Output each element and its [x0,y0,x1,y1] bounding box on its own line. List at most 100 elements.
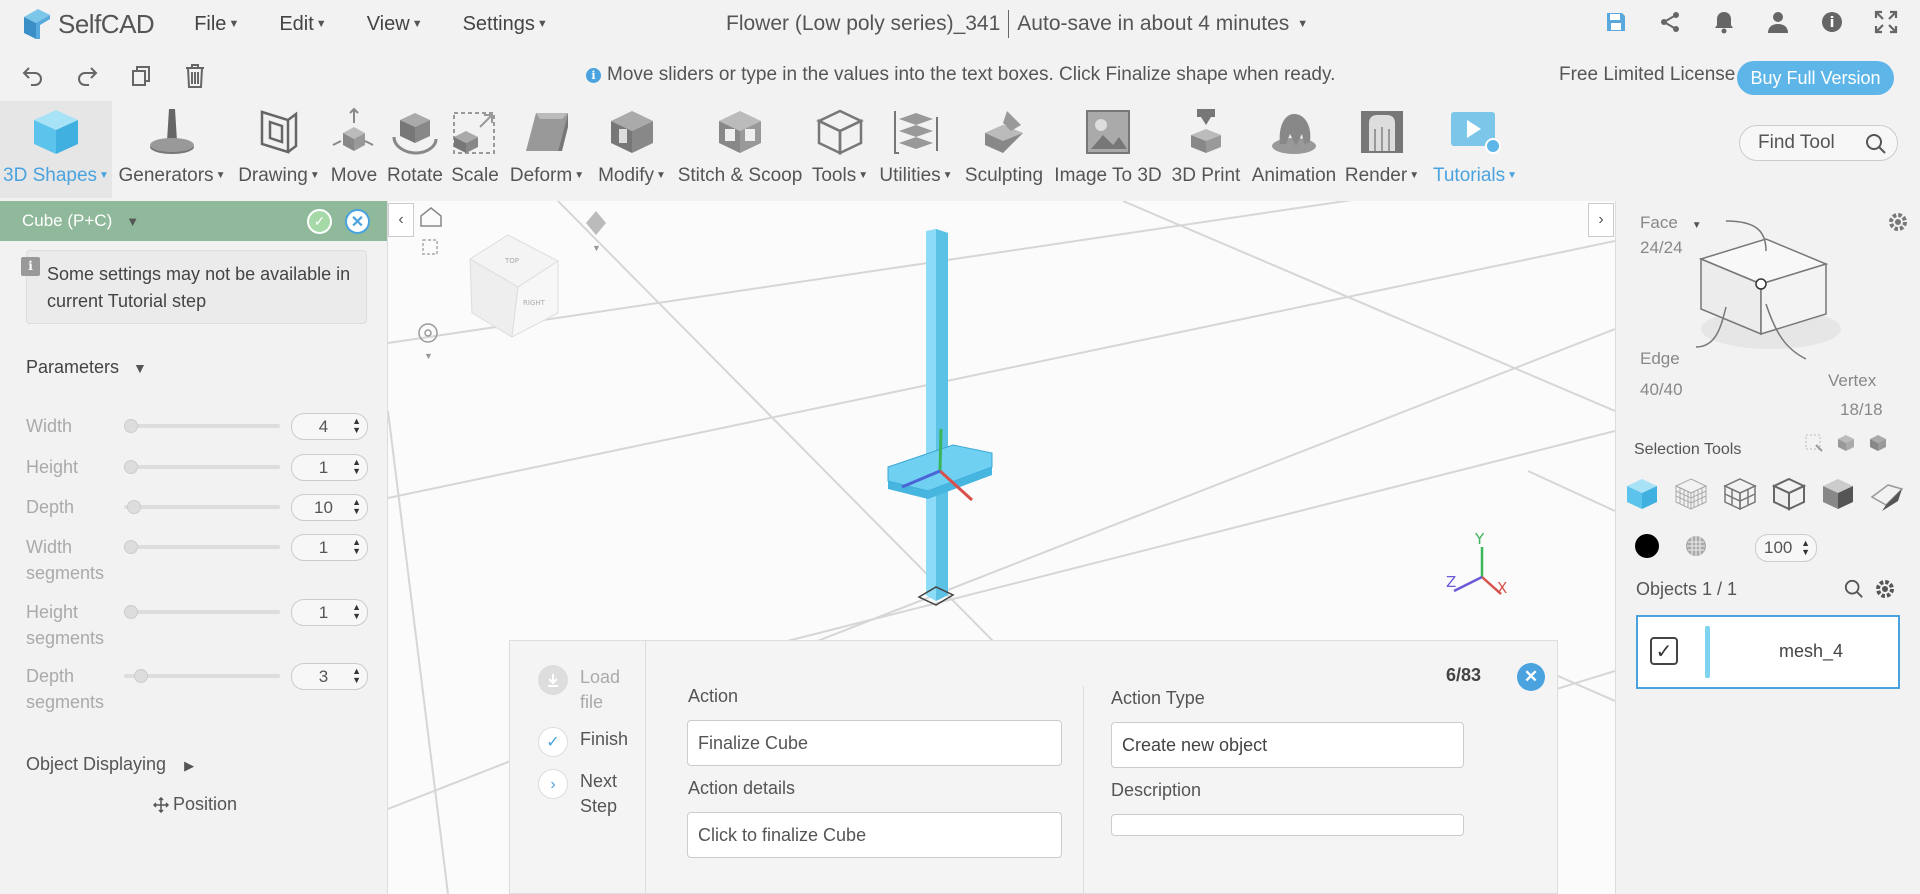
menu-settings[interactable]: Settings ▼ [463,13,548,36]
selection-mode-cube[interactable] [1676,219,1866,369]
tool-stitch-scoop[interactable]: Stitch & Scoop [675,101,805,198]
tool-sculpting[interactable]: Sculpting [962,101,1046,198]
depth-segments-input[interactable]: 3 ▲ ▼ [291,663,368,690]
tool-generators[interactable]: Generators ▼ [117,101,227,198]
collapse-left-panel-button[interactable]: ‹ [388,203,414,237]
select-face-icon[interactable] [1820,476,1856,512]
menu-file[interactable]: File ▼ [194,13,239,36]
logo[interactable]: SelfCAD [20,7,155,41]
top-right-icons: i [1602,8,1900,36]
user-icon[interactable] [1764,8,1792,36]
select-rect-icon[interactable] [1804,433,1824,453]
tool-3d-print[interactable]: 3D Print [1168,101,1244,198]
chevron-down-icon[interactable]: ▼ [1297,18,1308,30]
tool-tools[interactable]: Tools ▼ [808,101,872,198]
cube-object[interactable] [887,229,993,606]
action-type-field[interactable]: Create new object [1111,722,1464,768]
depth-slider[interactable] [124,500,280,514]
fullscreen-icon[interactable] [1872,8,1900,36]
select-cube-icon[interactable] [1836,433,1856,453]
fit-view-icon[interactable] [422,239,438,255]
chevron-down-icon[interactable]: ▼ [126,214,139,229]
description-field[interactable] [1111,814,1464,836]
save-icon[interactable] [1602,8,1630,36]
undo-icon[interactable] [20,63,46,89]
menu-edit[interactable]: Edit ▼ [279,13,326,36]
height-segments-input[interactable]: 1 ▲ ▼ [291,599,368,626]
color-swatch[interactable] [1635,534,1659,558]
tool-modify[interactable]: Modify ▼ [592,101,672,198]
redo-icon[interactable] [74,63,100,89]
help-icon[interactable]: i [1818,8,1846,36]
object-row[interactable]: ✓ mesh_4 [1636,615,1900,689]
next-step-button[interactable]: › Next Step [538,769,630,819]
finish-step[interactable]: ✓ Finish [538,727,628,757]
action-field[interactable]: Finalize Cube [687,720,1062,766]
select-grid-icon[interactable] [1722,476,1758,512]
select-plane-icon[interactable] [1869,476,1905,512]
visibility-checkbox[interactable]: ✓ [1650,637,1678,665]
autosave-status[interactable]: Auto-save in about 4 minutes [1017,12,1289,36]
parameters-header[interactable]: Parameters ▼ [26,357,147,378]
tool-utilities[interactable]: Utilities ▼ [874,101,958,198]
slider-knob[interactable] [124,540,138,554]
tool-move[interactable]: Move [326,101,382,198]
select-object-icon[interactable] [1624,476,1660,512]
object-displaying-header[interactable]: Object Displaying ▶ [26,754,194,775]
width-segments-slider[interactable] [124,540,280,554]
buy-full-version-button[interactable]: Buy Full Version [1737,61,1894,95]
depth-input[interactable]: 10 ▲ ▼ [291,494,368,521]
width-slider[interactable] [124,419,280,433]
collapse-right-panel-button[interactable]: › [1588,203,1614,237]
close-tutorial-button[interactable]: ✕ [1517,663,1545,691]
slider-knob[interactable] [124,419,138,433]
orbit-icon[interactable] [418,323,438,343]
depth-segments-slider[interactable] [124,669,280,683]
copy-icon[interactable] [128,63,154,89]
finalize-check-button[interactable]: ✓ [307,209,332,234]
objects-settings-gear-icon[interactable] [1874,578,1896,605]
bell-icon[interactable] [1710,8,1738,36]
select-solid-icon[interactable] [1868,433,1888,453]
edit-bar: i Move sliders or type in the values int… [0,52,1920,100]
select-mesh-icon[interactable] [1673,476,1709,512]
tool-deform[interactable]: Deform ▼ [505,101,589,198]
width-segments-input[interactable]: 1 ▲ ▼ [291,534,368,561]
load-file-step[interactable]: Load file [538,665,630,715]
vertex-label[interactable]: Vertex [1828,371,1876,391]
menu-view[interactable]: View ▼ [367,13,423,36]
view-cube[interactable]: TOP RIGHT [469,234,559,338]
tool-image-to-3d[interactable]: Image To 3D [1052,101,1164,198]
edge-label[interactable]: Edge [1640,349,1680,369]
select-wire-icon[interactable] [1771,476,1807,512]
slider-knob[interactable] [126,500,141,514]
height-input[interactable]: 1 ▲ ▼ [291,454,368,481]
find-tool-input[interactable]: Find Tool [1739,125,1898,161]
tool-scale[interactable]: Scale [447,101,503,198]
close-panel-button[interactable]: ✕ [345,209,370,234]
search-icon[interactable] [1865,133,1887,155]
slider-knob[interactable] [124,605,138,619]
document-title[interactable]: Flower (Low poly series)_341 [726,12,1000,36]
home-view-icon[interactable] [420,207,442,227]
tool-3d-shapes[interactable]: 3D Shapes ▼ [0,101,112,198]
action-details-field[interactable]: Click to finalize Cube [687,812,1062,858]
texture-icon[interactable] [1684,534,1708,563]
position-button[interactable]: Position [153,794,237,815]
gear-icon[interactable] [1887,211,1909,238]
width-input[interactable]: 4 ▲ ▼ [291,413,368,440]
opacity-input[interactable]: 100 ▲ ▼ [1755,534,1817,562]
tool-rotate[interactable]: Rotate [384,101,446,198]
height-segments-slider[interactable] [124,605,280,619]
tool-render[interactable]: Render ▼ [1344,101,1420,198]
tool-animation[interactable]: Animation [1248,101,1340,198]
slider-knob[interactable] [124,460,138,474]
tool-tutorials[interactable]: Tutorials ▼ [1424,101,1526,198]
slider-knob[interactable] [133,669,148,683]
tool-drawing[interactable]: Drawing ▼ [234,101,324,198]
share-icon[interactable] [1656,8,1684,36]
height-slider[interactable] [124,460,280,474]
trash-icon[interactable] [182,63,208,89]
top-bar: SelfCAD File ▼ Edit ▼ View ▼ Settings ▼ Flow… [0,0,1920,48]
search-objects-icon[interactable] [1844,579,1864,604]
